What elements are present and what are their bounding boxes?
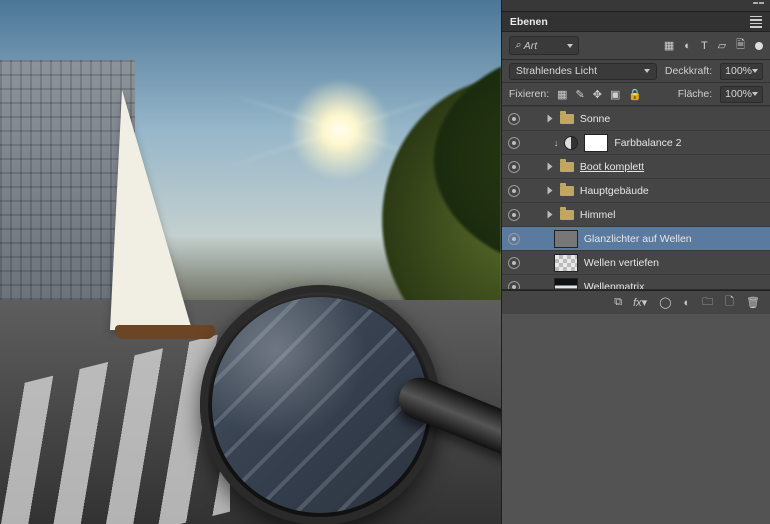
disclosure-icon[interactable] [547, 187, 552, 195]
layer-thumb[interactable] [554, 230, 578, 248]
lock-all-icon[interactable]: 🔒 [628, 88, 642, 101]
visibility-toggle[interactable] [508, 233, 520, 245]
layer-name[interactable]: Farbbalance 2 [614, 137, 764, 149]
folder-icon [560, 210, 574, 220]
lock-transparency-icon[interactable]: ▦ [557, 88, 567, 101]
panel-empty-area [502, 314, 770, 524]
visibility-toggle[interactable] [508, 137, 520, 149]
visibility-toggle[interactable] [508, 209, 520, 221]
folder-icon [560, 162, 574, 172]
chevron-down-icon [567, 44, 573, 48]
layer-name[interactable]: Glanzlichter auf Wellen [584, 233, 764, 245]
layer-row[interactable]: Wellen vertiefen [502, 250, 770, 274]
visibility-toggle[interactable] [508, 161, 520, 173]
opacity-label: Deckkraft: [665, 65, 712, 77]
trees [210, 40, 501, 320]
mask-icon[interactable]: ◯ [659, 296, 671, 309]
layer-row[interactable]: Himmel [502, 202, 770, 226]
fx-icon[interactable]: fx▾ [633, 296, 647, 309]
layer-thumb[interactable] [554, 254, 578, 272]
filter-shape-icon[interactable]: ▱ [718, 39, 726, 52]
layer-name[interactable]: Boot komplett [580, 161, 764, 173]
lock-row: Fixieren: ▦ ✎ ✥ ▣ 🔒 Fläche: 100% [502, 83, 770, 106]
disclosure-icon[interactable] [547, 115, 552, 123]
folder-icon [560, 186, 574, 196]
visibility-toggle[interactable] [508, 257, 520, 269]
layer-name[interactable]: Sonne [580, 113, 764, 125]
mask-thumb[interactable] [584, 134, 608, 152]
layer-filter-select[interactable]: ⌕ Art [509, 36, 579, 55]
new-layer-icon[interactable]: 🗋 [725, 293, 734, 312]
visibility-toggle[interactable] [508, 113, 520, 125]
blend-row: Strahlendes Licht Deckkraft: 100% [502, 60, 770, 83]
magnifier-glass [212, 297, 428, 513]
fill-value: 100% [725, 88, 752, 100]
filter-type-icon[interactable]: T [701, 40, 708, 52]
layer-row[interactable]: Wellenmatrix [502, 274, 770, 290]
search-icon: ⌕ [515, 39, 521, 52]
layer-name[interactable]: Wellenmatrix [584, 281, 764, 291]
folder-icon [560, 114, 574, 124]
layer-name[interactable]: Wellen vertiefen [584, 257, 764, 269]
filter-smart-icon[interactable]: 🗎 [736, 36, 745, 55]
blend-mode-select[interactable]: Strahlendes Licht [509, 63, 657, 80]
layer-row[interactable]: ↓ Farbbalance 2 [502, 130, 770, 154]
link-layers-icon[interactable]: ⧉ [614, 296, 621, 309]
layer-row[interactable]: Boot komplett [502, 154, 770, 178]
filter-icon-strip: ▦ ◐ T ▱ 🗎 [664, 36, 763, 55]
panel-collapse-icon[interactable] [753, 2, 764, 4]
filter-toggle[interactable] [755, 42, 763, 50]
chevron-down-icon [752, 92, 758, 96]
layer-name[interactable]: Himmel [580, 209, 764, 221]
layers-bottom-bar: ⧉ fx▾ ◯ ◐ 🗀 🗋 🗑 [502, 290, 770, 314]
chevron-down-icon [644, 69, 650, 73]
adjustment-icon[interactable]: ◐ [684, 297, 691, 309]
opacity-value: 100% [725, 65, 752, 77]
panel-title-row: Ebenen [502, 12, 770, 32]
trash-icon[interactable]: 🗑 [746, 296, 760, 309]
opacity-input[interactable]: 100% [720, 63, 763, 80]
visibility-toggle[interactable] [508, 185, 520, 197]
lock-position-icon[interactable]: ✥ [593, 88, 602, 101]
lock-label: Fixieren: [509, 88, 549, 100]
layer-row[interactable]: Sonne [502, 106, 770, 130]
lock-pixels-icon[interactable]: ✎ [576, 88, 585, 101]
fill-label: Fläche: [678, 88, 712, 100]
disclosure-icon[interactable] [547, 163, 552, 171]
sailboat-hull [115, 325, 215, 339]
panel-tabbar[interactable] [502, 0, 770, 12]
document-canvas[interactable] [0, 0, 501, 524]
layer-row[interactable]: Glanzlichter auf Wellen [502, 226, 770, 250]
lock-icons: ▦ ✎ ✥ ▣ 🔒 [557, 88, 642, 101]
filter-adjust-icon[interactable]: ◐ [684, 40, 691, 52]
disclosure-icon[interactable] [547, 211, 552, 219]
group-icon[interactable]: 🗀 [702, 293, 713, 312]
layers-toolbar: ⌕ Art ▦ ◐ T ▱ 🗎 [502, 32, 770, 60]
layers-list[interactable]: Sonne ↓ Farbbalance 2 Boot komplett Hauptgeb… [502, 106, 770, 290]
link-icon: ↓ [554, 138, 559, 148]
visibility-toggle[interactable] [508, 281, 520, 291]
sailboat-sail [110, 90, 192, 330]
layers-panel: Ebenen ⌕ Art ▦ ◐ T ▱ 🗎 Strahlendes Licht… [501, 0, 770, 524]
panel-menu-icon[interactable] [750, 16, 762, 28]
fill-input[interactable]: 100% [720, 86, 763, 103]
adjustment-icon [564, 136, 578, 150]
panel-title: Ebenen [510, 16, 548, 28]
layer-row[interactable]: Hauptgebäude [502, 178, 770, 202]
filter-pixel-icon[interactable]: ▦ [664, 39, 674, 52]
layer-thumb[interactable] [554, 278, 578, 291]
filter-kind: Art [524, 40, 537, 52]
layer-name[interactable]: Hauptgebäude [580, 185, 764, 197]
chevron-down-icon [752, 69, 758, 73]
lock-artboard-icon[interactable]: ▣ [610, 88, 620, 101]
blend-mode-value: Strahlendes Licht [516, 65, 597, 77]
